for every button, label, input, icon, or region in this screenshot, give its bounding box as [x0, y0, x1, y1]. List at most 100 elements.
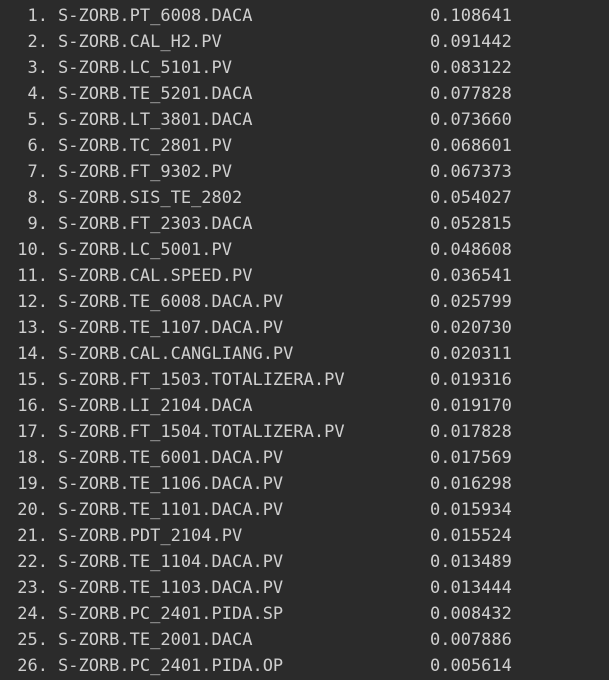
row-index: 23.: [17, 578, 48, 598]
feature-name: S-ZORB.CAL_H2.PV: [58, 32, 222, 52]
feature-value: 0.108641: [430, 6, 512, 26]
feature-name: S-ZORB.TE_1103.DACA.PV: [58, 578, 284, 598]
feature-name: S-ZORB.LI_2104.DACA: [58, 396, 253, 416]
feature-value: 0.091442: [430, 32, 512, 52]
feature-value: 0.073660: [430, 110, 512, 130]
row-index: 22.: [17, 552, 48, 572]
feature-value: 0.067373: [430, 162, 512, 182]
feature-name: S-ZORB.FT_1503.TOTALIZERA.PV: [58, 370, 345, 390]
feature-name: S-ZORB.TE_1101.DACA.PV: [58, 500, 284, 520]
feature-value: 0.020311: [430, 344, 512, 364]
feature-name: S-ZORB.PC_2401.PIDA.OP: [58, 656, 284, 676]
feature-name: S-ZORB.FT_1504.TOTALIZERA.PV: [58, 422, 345, 442]
row-index: 26.: [17, 656, 48, 676]
feature-name: S-ZORB.TE_6001.DACA.PV: [58, 448, 284, 468]
feature-name: S-ZORB.TE_1104.DACA.PV: [58, 552, 284, 572]
list-item: 12. S-ZORB.TE_6008.DACA.PV 0.025799: [0, 289, 609, 315]
feature-value: 0.017828: [430, 422, 512, 442]
feature-name: S-ZORB.PC_2401.PIDA.SP: [58, 604, 284, 624]
list-item: 16. S-ZORB.LI_2104.DACA 0.019170: [0, 393, 609, 419]
row-index: 9.: [27, 214, 48, 234]
feature-name: S-ZORB.LT_3801.DACA: [58, 110, 253, 130]
row-index: 6.: [27, 136, 48, 156]
feature-name: S-ZORB.CAL.CANGLIANG.PV: [58, 344, 294, 364]
row-index: 2.: [27, 32, 48, 52]
row-index: 13.: [17, 318, 48, 338]
feature-value: 0.016298: [430, 474, 512, 494]
feature-name: S-ZORB.FT_2303.DACA: [58, 214, 253, 234]
list-item: 2. S-ZORB.CAL_H2.PV 0.091442: [0, 29, 609, 55]
feature-value: 0.068601: [430, 136, 512, 156]
feature-value: 0.008432: [430, 604, 512, 624]
row-index: 7.: [27, 162, 48, 182]
feature-name: S-ZORB.PDT_2104.PV: [58, 526, 243, 546]
list-item: 17. S-ZORB.FT_1504.TOTALIZERA.PV 0.017828: [0, 419, 609, 445]
list-item: 20. S-ZORB.TE_1101.DACA.PV 0.015934: [0, 497, 609, 523]
feature-value: 0.013489: [430, 552, 512, 572]
list-item: 21. S-ZORB.PDT_2104.PV 0.015524: [0, 523, 609, 549]
feature-name: S-ZORB.TE_1107.DACA.PV: [58, 318, 284, 338]
list-item: 26. S-ZORB.PC_2401.PIDA.OP 0.005614: [0, 653, 609, 679]
feature-value: 0.077828: [430, 84, 512, 104]
feature-value: 0.007886: [430, 630, 512, 650]
feature-value: 0.025799: [430, 292, 512, 312]
row-index: 3.: [27, 58, 48, 78]
row-index: 8.: [27, 188, 48, 208]
list-item: 13. S-ZORB.TE_1107.DACA.PV 0.020730: [0, 315, 609, 341]
list-item: 14. S-ZORB.CAL.CANGLIANG.PV 0.020311: [0, 341, 609, 367]
feature-name: S-ZORB.SIS_TE_2802: [58, 188, 243, 208]
feature-value: 0.019170: [430, 396, 512, 416]
list-item: 19. S-ZORB.TE_1106.DACA.PV 0.016298: [0, 471, 609, 497]
feature-value: 0.083122: [430, 58, 512, 78]
row-index: 24.: [17, 604, 48, 624]
row-index: 25.: [17, 630, 48, 650]
row-index: 12.: [17, 292, 48, 312]
row-index: 10.: [17, 240, 48, 260]
feature-value: 0.048608: [430, 240, 512, 260]
list-item: 10. S-ZORB.LC_5001.PV 0.048608: [0, 237, 609, 263]
list-item: 15. S-ZORB.FT_1503.TOTALIZERA.PV 0.019316: [0, 367, 609, 393]
feature-value: 0.015934: [430, 500, 512, 520]
feature-name: S-ZORB.LC_5001.PV: [58, 240, 232, 260]
list-item: 23. S-ZORB.TE_1103.DACA.PV 0.013444: [0, 575, 609, 601]
list-item: 6. S-ZORB.TC_2801.PV 0.068601: [0, 133, 609, 159]
list-item: 7. S-ZORB.FT_9302.PV 0.067373: [0, 159, 609, 185]
list-item: 24. S-ZORB.PC_2401.PIDA.SP 0.008432: [0, 601, 609, 627]
list-item: 4. S-ZORB.TE_5201.DACA 0.077828: [0, 81, 609, 107]
list-item: 5. S-ZORB.LT_3801.DACA 0.073660: [0, 107, 609, 133]
list-item: 9. S-ZORB.FT_2303.DACA 0.052815: [0, 211, 609, 237]
feature-name: S-ZORB.TE_2001.DACA: [58, 630, 253, 650]
list-item: 18. S-ZORB.TE_6001.DACA.PV 0.017569: [0, 445, 609, 471]
row-index: 4.: [27, 84, 48, 104]
feature-value: 0.020730: [430, 318, 512, 338]
row-index: 17.: [17, 422, 48, 442]
row-index: 19.: [17, 474, 48, 494]
feature-value: 0.019316: [430, 370, 512, 390]
row-index: 15.: [17, 370, 48, 390]
output-console: 1. S-ZORB.PT_6008.DACA 0.108641 2. S-ZORB.C…: [0, 0, 609, 680]
feature-name: S-ZORB.LC_5101.PV: [58, 58, 232, 78]
feature-name: S-ZORB.FT_9302.PV: [58, 162, 232, 182]
row-index: 20.: [17, 500, 48, 520]
row-index: 11.: [17, 266, 48, 286]
feature-name: S-ZORB.TE_5201.DACA: [58, 84, 253, 104]
list-item: 22. S-ZORB.TE_1104.DACA.PV 0.013489: [0, 549, 609, 575]
feature-value: 0.015524: [430, 526, 512, 546]
row-index: 5.: [27, 110, 48, 130]
list-item: 25. S-ZORB.TE_2001.DACA 0.007886: [0, 627, 609, 653]
list-item: 8. S-ZORB.SIS_TE_2802 0.054027: [0, 185, 609, 211]
list-item: 1. S-ZORB.PT_6008.DACA 0.108641: [0, 3, 609, 29]
row-index: 21.: [17, 526, 48, 546]
feature-value: 0.013444: [430, 578, 512, 598]
row-index: 18.: [17, 448, 48, 468]
feature-value: 0.036541: [430, 266, 512, 286]
feature-name: S-ZORB.TC_2801.PV: [58, 136, 232, 156]
feature-value: 0.017569: [430, 448, 512, 468]
list-item: 3. S-ZORB.LC_5101.PV 0.083122: [0, 55, 609, 81]
row-index: 1.: [27, 6, 48, 26]
feature-name: S-ZORB.PT_6008.DACA: [58, 6, 253, 26]
feature-name: S-ZORB.TE_6008.DACA.PV: [58, 292, 284, 312]
feature-name: S-ZORB.CAL.SPEED.PV: [58, 266, 253, 286]
feature-value: 0.054027: [430, 188, 512, 208]
row-index: 14.: [17, 344, 48, 364]
